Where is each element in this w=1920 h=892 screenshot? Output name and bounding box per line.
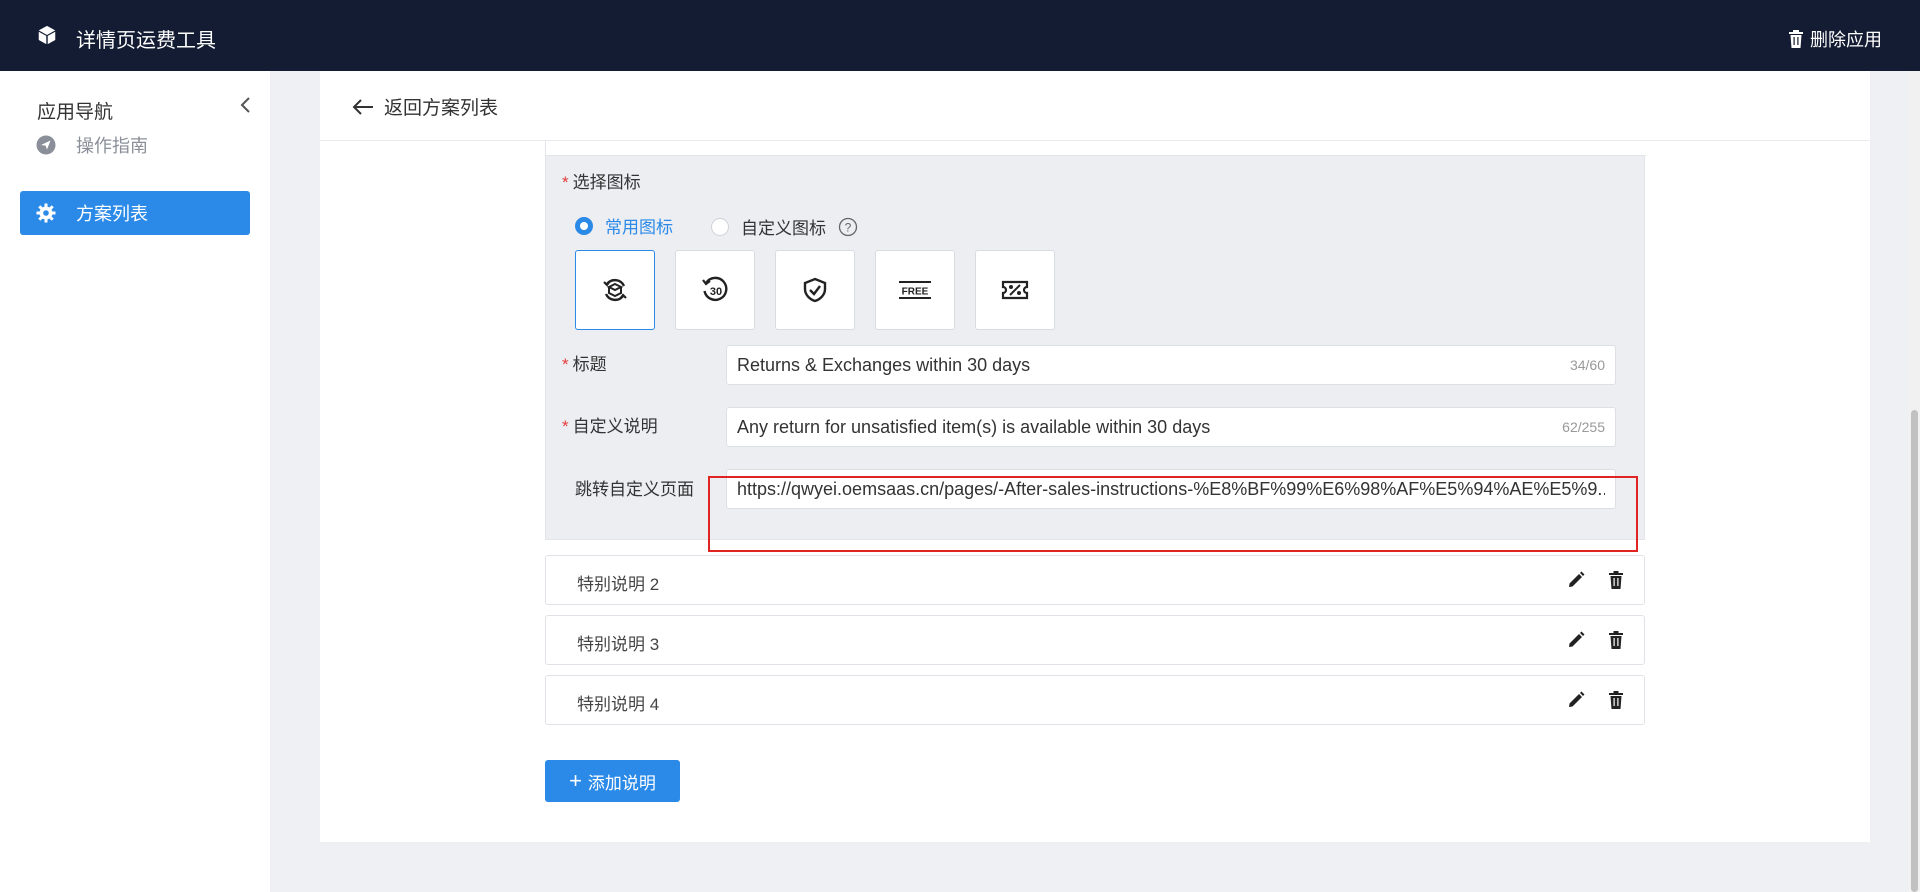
- help-icon[interactable]: ?: [838, 217, 858, 237]
- required-mark: *: [562, 173, 569, 192]
- note-label: 特别说明 4: [577, 695, 660, 714]
- radio-common-icon[interactable]: 常用图标: [575, 213, 673, 238]
- description-input[interactable]: Any return for unsatisfied item(s) is av…: [726, 407, 1616, 447]
- pencil-icon[interactable]: [1566, 570, 1586, 590]
- main-card: 返回方案列表 * 选择图标 常用图标 自定义图标 ? 30 FREE * 标题 …: [320, 71, 1870, 842]
- discount-ticket-icon: [1001, 280, 1029, 300]
- title-input[interactable]: Returns & Exchanges within 30 days 34/60: [726, 345, 1616, 385]
- radio-dot-checked: [575, 216, 593, 235]
- title-field-label: * 标题: [562, 350, 607, 375]
- link-label-text: 跳转自定义页面: [575, 480, 694, 499]
- sidebar: 应用导航 操作指南 方案列表: [0, 71, 270, 892]
- desc-field-label: * 自定义说明: [562, 412, 658, 437]
- description-char-count: 62/255: [1562, 419, 1605, 435]
- back-label: 返回方案列表: [384, 98, 499, 119]
- icon-option-return-exchange[interactable]: [575, 250, 655, 330]
- radio-custom-icon[interactable]: 自定义图标 ?: [711, 214, 858, 239]
- note-row[interactable]: 特别说明 3: [545, 615, 1645, 665]
- note-row[interactable]: 特别说明 2: [545, 555, 1645, 605]
- app-title: 详情页运费工具: [76, 30, 216, 52]
- note-label: 特别说明 2: [577, 575, 660, 594]
- icon-section-label: * 选择图标: [562, 168, 641, 193]
- top-bar: 详情页运费工具 删除应用: [0, 0, 1920, 71]
- svg-text:?: ?: [845, 220, 852, 234]
- sidebar-item-guide[interactable]: 操作指南: [20, 123, 250, 167]
- icon-option-discount[interactable]: [975, 250, 1055, 330]
- sidebar-item-label: 方案列表: [76, 204, 148, 224]
- shield-check-icon: [803, 277, 827, 303]
- link-field-label: 跳转自定义页面: [575, 475, 694, 500]
- plus-icon: +: [569, 768, 582, 793]
- sidebar-item-plan-list[interactable]: 方案列表: [20, 191, 250, 235]
- note-edit-panel: * 选择图标 常用图标 自定义图标 ? 30 FREE * 标题 Returns…: [545, 141, 1646, 552]
- highlight-box: [708, 476, 1638, 552]
- chevron-left-icon[interactable]: [236, 95, 256, 115]
- radio-custom-label: 自定义图标: [741, 219, 826, 238]
- trash-icon: [1789, 30, 1803, 48]
- svg-text:30: 30: [710, 286, 722, 298]
- required-mark: *: [562, 417, 569, 436]
- note-label: 特别说明 3: [577, 635, 660, 654]
- title-char-count: 34/60: [1569, 357, 1605, 373]
- svg-text:FREE: FREE: [902, 287, 929, 298]
- return-exchange-icon: [603, 279, 627, 301]
- radio-common-label: 常用图标: [605, 218, 673, 237]
- desc-label-text: 自定义说明: [572, 417, 658, 436]
- sidebar-title: 应用导航: [37, 102, 114, 123]
- icon-option-30-days[interactable]: 30: [675, 250, 755, 330]
- page-scrollbar-thumb[interactable]: [1911, 410, 1918, 892]
- icon-option-free[interactable]: FREE: [875, 250, 955, 330]
- title-input-value: Returns & Exchanges within 30 days: [737, 354, 1031, 375]
- add-note-label: 添加说明: [587, 773, 656, 793]
- add-note-button[interactable]: + 添加说明: [545, 760, 680, 802]
- scroll-content: * 选择图标 常用图标 自定义图标 ? 30 FREE * 标题 Returns…: [320, 141, 1870, 842]
- card-header: 返回方案列表: [320, 71, 1870, 141]
- pencil-icon[interactable]: [1566, 690, 1586, 710]
- pencil-icon[interactable]: [1566, 630, 1586, 650]
- radio-dot: [711, 217, 729, 236]
- note-row-header-partial: [546, 141, 1646, 156]
- trash-icon[interactable]: [1606, 690, 1626, 710]
- arrow-left-icon: [352, 98, 373, 115]
- required-mark: *: [562, 355, 569, 374]
- icon-section-label-text: 选择图标: [572, 173, 641, 192]
- gear-icon: [36, 203, 56, 223]
- delete-app-label: 删除应用: [1810, 30, 1882, 50]
- 30-days-icon: 30: [702, 276, 728, 302]
- cube-icon: [38, 25, 56, 45]
- free-icon: FREE: [899, 281, 931, 299]
- icon-option-shield[interactable]: [775, 250, 855, 330]
- trash-icon[interactable]: [1606, 630, 1626, 650]
- back-to-plan-list-link[interactable]: 返回方案列表: [352, 93, 498, 120]
- note-row[interactable]: 特别说明 4: [545, 675, 1645, 725]
- delete-app-button[interactable]: 删除应用: [1788, 26, 1882, 52]
- sidebar-item-label: 操作指南: [76, 136, 148, 156]
- trash-icon[interactable]: [1606, 570, 1626, 590]
- title-label-text: 标题: [572, 355, 607, 374]
- compass-icon: [36, 135, 56, 155]
- description-input-value: Any return for unsatisfied item(s) is av…: [737, 416, 1211, 437]
